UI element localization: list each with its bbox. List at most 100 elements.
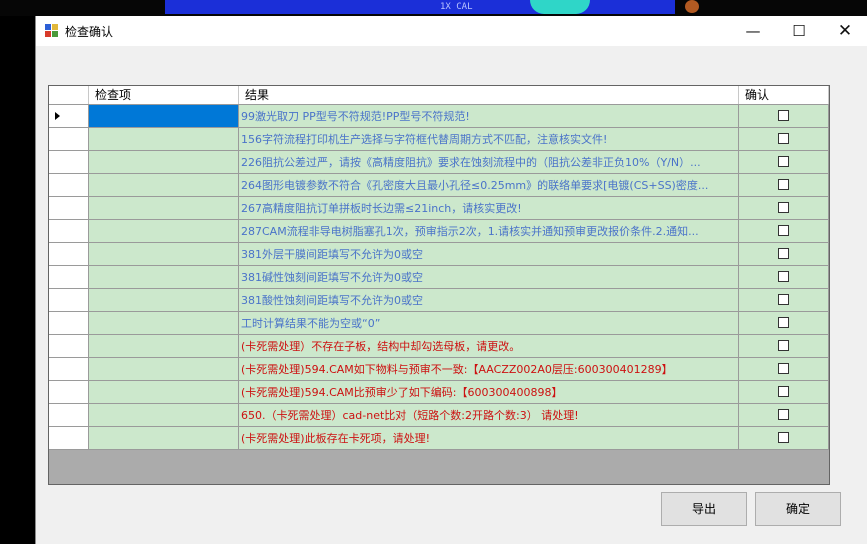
row-header-cell[interactable] bbox=[49, 404, 89, 427]
confirm-cell[interactable] bbox=[739, 220, 829, 243]
result-cell[interactable]: 156字符流程打印机生产选择与字符框代替周期方式不匹配，注意核实文件! bbox=[239, 128, 739, 151]
table-row[interactable]: 99激光取刀 PP型号不符规范!PP型号不符规范! bbox=[49, 105, 829, 128]
table-row[interactable]: 381外层干膜间距填写不允许为0或空 bbox=[49, 243, 829, 266]
export-button[interactable]: 导出 bbox=[661, 492, 747, 526]
minimize-button[interactable]: — bbox=[730, 16, 776, 46]
table-row[interactable]: (卡死需处理)此板存在卡死项，请处理! bbox=[49, 427, 829, 450]
confirm-checkbox[interactable] bbox=[778, 363, 789, 374]
result-cell[interactable]: (卡死需处理)594.CAM如下物料与预审不一致:【AACZZ002A0层压:6… bbox=[239, 358, 739, 381]
confirm-cell[interactable] bbox=[739, 289, 829, 312]
row-header-cell[interactable] bbox=[49, 105, 89, 128]
confirm-cell[interactable] bbox=[739, 243, 829, 266]
confirm-checkbox[interactable] bbox=[778, 225, 789, 236]
check-item-cell[interactable] bbox=[89, 381, 239, 404]
row-header-cell[interactable] bbox=[49, 381, 89, 404]
check-item-cell[interactable] bbox=[89, 335, 239, 358]
confirm-checkbox[interactable] bbox=[778, 317, 789, 328]
table-row[interactable]: 381碱性蚀刻间距填写不允许为0或空 bbox=[49, 266, 829, 289]
check-item-cell[interactable] bbox=[89, 404, 239, 427]
table-row[interactable]: 156字符流程打印机生产选择与字符框代替周期方式不匹配，注意核实文件! bbox=[49, 128, 829, 151]
confirm-cell[interactable] bbox=[739, 105, 829, 128]
confirm-checkbox[interactable] bbox=[778, 271, 789, 282]
confirm-checkbox[interactable] bbox=[778, 179, 789, 190]
row-header-cell[interactable] bbox=[49, 174, 89, 197]
check-item-cell[interactable] bbox=[89, 151, 239, 174]
table-row[interactable]: 264图形电镀参数不符合《孔密度大且最小孔径≤0.25mm》的联络单要求[电镀(… bbox=[49, 174, 829, 197]
column-header-check-item[interactable]: 检查项 bbox=[89, 86, 239, 104]
confirm-cell[interactable] bbox=[739, 151, 829, 174]
result-cell[interactable]: 381酸性蚀刻间距填写不允许为0或空 bbox=[239, 289, 739, 312]
check-item-cell[interactable] bbox=[89, 128, 239, 151]
row-header-cell[interactable] bbox=[49, 128, 89, 151]
row-header-cell[interactable] bbox=[49, 151, 89, 174]
check-item-cell[interactable] bbox=[89, 312, 239, 335]
check-results-grid[interactable]: 检查项 结果 确认 99激光取刀 PP型号不符规范!PP型号不符规范! 156字符… bbox=[48, 85, 830, 485]
confirm-checkbox[interactable] bbox=[778, 294, 789, 305]
table-row[interactable]: 381酸性蚀刻间距填写不允许为0或空 bbox=[49, 289, 829, 312]
result-cell[interactable]: 267高精度阻抗订单拼板时长边需≤21inch，请核实更改! bbox=[239, 197, 739, 220]
row-header-cell[interactable] bbox=[49, 289, 89, 312]
table-row[interactable]: 287CAM流程非导电树脂塞孔1次，预审指示2次，1.请核实并通知预审更改报价条… bbox=[49, 220, 829, 243]
result-cell[interactable]: 226阻抗公差过严，请按《高精度阻抗》要求在蚀刻流程中的（阻抗公差非正负10%（… bbox=[239, 151, 739, 174]
row-header-cell[interactable] bbox=[49, 312, 89, 335]
check-item-cell[interactable] bbox=[89, 220, 239, 243]
maximize-button[interactable]: ☐ bbox=[776, 16, 822, 46]
confirm-checkbox[interactable] bbox=[778, 340, 789, 351]
check-item-cell[interactable] bbox=[89, 105, 239, 128]
result-cell[interactable]: 287CAM流程非导电树脂塞孔1次，预审指示2次，1.请核实并通知预审更改报价条… bbox=[239, 220, 739, 243]
check-item-cell[interactable] bbox=[89, 243, 239, 266]
table-row[interactable]: 226阻抗公差过严，请按《高精度阻抗》要求在蚀刻流程中的（阻抗公差非正负10%（… bbox=[49, 151, 829, 174]
check-item-cell[interactable] bbox=[89, 197, 239, 220]
check-item-cell[interactable] bbox=[89, 174, 239, 197]
confirm-cell[interactable] bbox=[739, 335, 829, 358]
confirm-cell[interactable] bbox=[739, 174, 829, 197]
confirm-cell[interactable] bbox=[739, 358, 829, 381]
check-item-cell[interactable] bbox=[89, 289, 239, 312]
confirm-checkbox[interactable] bbox=[778, 386, 789, 397]
confirm-checkbox[interactable] bbox=[778, 248, 789, 259]
table-row[interactable]: (卡死需处理)594.CAM比预审少了如下编码:【600300400898】 bbox=[49, 381, 829, 404]
row-header-cell[interactable] bbox=[49, 197, 89, 220]
result-cell[interactable]: 264图形电镀参数不符合《孔密度大且最小孔径≤0.25mm》的联络单要求[电镀(… bbox=[239, 174, 739, 197]
confirm-cell[interactable] bbox=[739, 128, 829, 151]
result-cell[interactable]: (卡死需处理）不存在子板，结构中却勾选母板，请更改。 bbox=[239, 335, 739, 358]
result-cell[interactable]: 650.（卡死需处理）cad-net比对（短路个数:2开路个数:3） 请处理! bbox=[239, 404, 739, 427]
close-button[interactable]: ✕ bbox=[822, 16, 867, 46]
table-row[interactable]: (卡死需处理)594.CAM如下物料与预审不一致:【AACZZ002A0层压:6… bbox=[49, 358, 829, 381]
confirm-cell[interactable] bbox=[739, 266, 829, 289]
result-cell[interactable]: 99激光取刀 PP型号不符规范!PP型号不符规范! bbox=[239, 105, 739, 128]
result-cell[interactable]: (卡死需处理)此板存在卡死项，请处理! bbox=[239, 427, 739, 450]
confirm-cell[interactable] bbox=[739, 381, 829, 404]
confirm-cell[interactable] bbox=[739, 404, 829, 427]
result-cell[interactable]: (卡死需处理)594.CAM比预审少了如下编码:【600300400898】 bbox=[239, 381, 739, 404]
row-header-cell[interactable] bbox=[49, 243, 89, 266]
table-row[interactable]: 650.（卡死需处理）cad-net比对（短路个数:2开路个数:3） 请处理! bbox=[49, 404, 829, 427]
confirm-cell[interactable] bbox=[739, 427, 829, 450]
confirm-checkbox[interactable] bbox=[778, 156, 789, 167]
confirm-checkbox[interactable] bbox=[778, 409, 789, 420]
table-row[interactable]: (卡死需处理）不存在子板，结构中却勾选母板，请更改。 bbox=[49, 335, 829, 358]
check-item-cell[interactable] bbox=[89, 358, 239, 381]
confirm-checkbox[interactable] bbox=[778, 133, 789, 144]
row-header-cell[interactable] bbox=[49, 266, 89, 289]
row-header-cell[interactable] bbox=[49, 220, 89, 243]
row-header-cell[interactable] bbox=[49, 358, 89, 381]
column-header-confirm[interactable]: 确认 bbox=[739, 86, 829, 104]
row-header-cell[interactable] bbox=[49, 427, 89, 450]
grid-header: 检查项 结果 确认 bbox=[49, 86, 829, 105]
check-item-cell[interactable] bbox=[89, 427, 239, 450]
column-header-result[interactable]: 结果 bbox=[239, 86, 739, 104]
table-row[interactable]: 267高精度阻抗订单拼板时长边需≤21inch，请核实更改! bbox=[49, 197, 829, 220]
confirm-checkbox[interactable] bbox=[778, 432, 789, 443]
check-item-cell[interactable] bbox=[89, 266, 239, 289]
result-cell[interactable]: 381碱性蚀刻间距填写不允许为0或空 bbox=[239, 266, 739, 289]
row-header-cell[interactable] bbox=[49, 335, 89, 358]
result-cell[interactable]: 381外层干膜间距填写不允许为0或空 bbox=[239, 243, 739, 266]
confirm-cell[interactable] bbox=[739, 197, 829, 220]
ok-button[interactable]: 确定 bbox=[755, 492, 841, 526]
result-cell[interactable]: 工时计算结果不能为空或“0” bbox=[239, 312, 739, 335]
confirm-cell[interactable] bbox=[739, 312, 829, 335]
confirm-checkbox[interactable] bbox=[778, 110, 789, 121]
table-row[interactable]: 工时计算结果不能为空或“0” bbox=[49, 312, 829, 335]
confirm-checkbox[interactable] bbox=[778, 202, 789, 213]
